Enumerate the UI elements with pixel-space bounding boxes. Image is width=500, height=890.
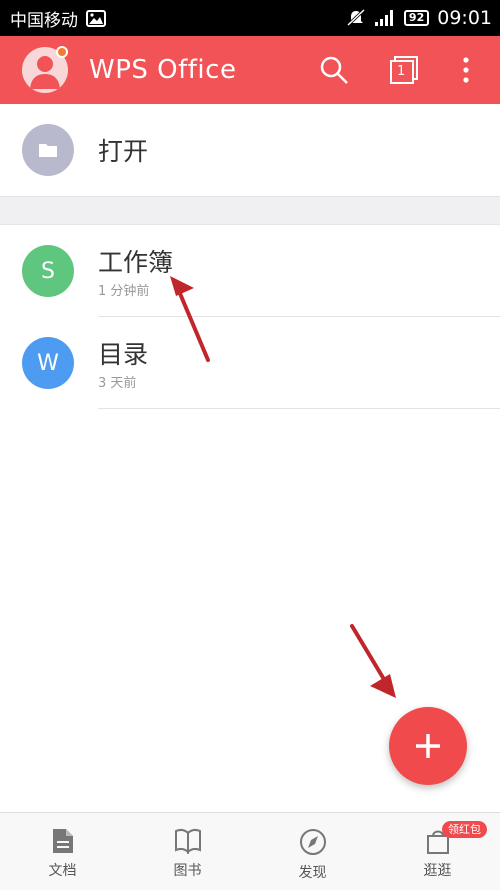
- annotation-arrow-icon: [350, 624, 396, 698]
- mute-icon: [346, 9, 366, 27]
- app-bar: WPS Office 1: [0, 36, 500, 104]
- nav-item-browse[interactable]: 逛逛 领红包: [375, 813, 500, 890]
- open-row[interactable]: 打开: [0, 104, 500, 196]
- signal-icon: [374, 9, 396, 27]
- bottom-nav: 文档 图书 发现 逛逛 领红包: [0, 812, 500, 890]
- nav-label: 文档: [48, 863, 77, 879]
- open-label: 打开: [98, 137, 149, 166]
- tabs-button[interactable]: 1: [384, 50, 424, 90]
- tab-count: 1: [397, 64, 406, 79]
- red-packet-badge: 领红包: [442, 821, 487, 838]
- file-name: 目录: [98, 340, 149, 369]
- nav-item-books[interactable]: 图书: [125, 813, 250, 890]
- nav-item-discover[interactable]: 发现: [250, 813, 375, 890]
- document-icon: [52, 829, 73, 853]
- plus-icon: [416, 734, 440, 758]
- more-menu-button[interactable]: [446, 50, 486, 90]
- spreadsheet-file-icon: S: [22, 245, 74, 297]
- battery-level: 92: [403, 10, 430, 26]
- folder-icon: [22, 124, 74, 176]
- document-file-icon: W: [22, 337, 74, 389]
- search-button[interactable]: [314, 50, 354, 90]
- search-icon: [320, 56, 348, 84]
- more-vertical-icon: [463, 57, 469, 83]
- status-time: 09:01: [437, 7, 492, 29]
- row-divider: [98, 408, 500, 409]
- list-item[interactable]: W 目录 3 天前: [0, 317, 500, 409]
- section-divider: [0, 196, 500, 225]
- nav-label: 图书: [173, 863, 202, 879]
- status-bar: 中国移动 92 09:01: [0, 0, 500, 36]
- file-time: 3 天前: [98, 376, 137, 391]
- nav-item-documents[interactable]: 文档: [0, 813, 125, 890]
- annotation-arrow-icon: [170, 276, 210, 362]
- book-icon: [174, 828, 201, 854]
- image-notification-icon: [86, 9, 106, 27]
- notification-dot: [56, 46, 68, 58]
- nav-label: 逛逛: [423, 863, 452, 879]
- carrier-name: 中国移动: [10, 10, 78, 31]
- list-item[interactable]: S 工作簿 1 分钟前: [0, 225, 500, 317]
- app-title: WPS Office: [89, 55, 237, 85]
- nav-label: 发现: [298, 865, 327, 881]
- file-time: 1 分钟前: [98, 284, 150, 299]
- compass-icon: [299, 829, 326, 855]
- new-document-button[interactable]: [389, 707, 467, 785]
